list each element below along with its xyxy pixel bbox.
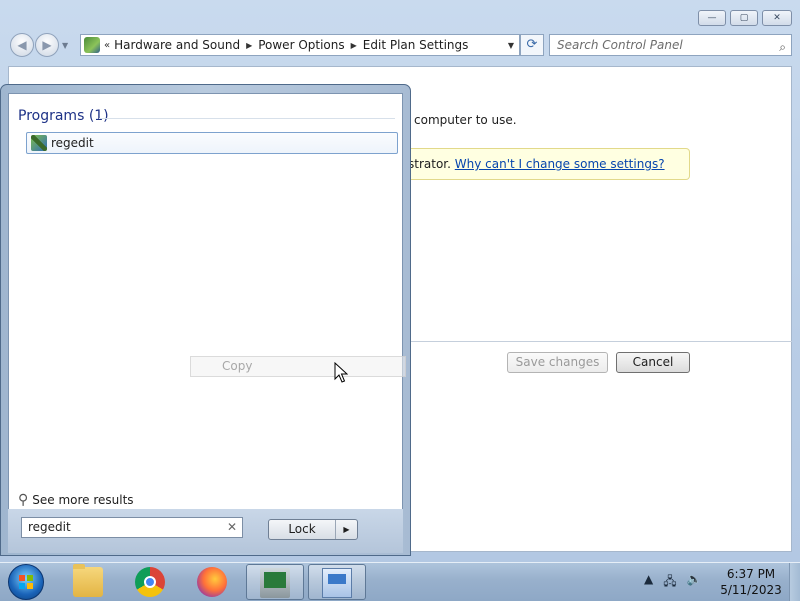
nav-arrows: ◀ ▶ ▼ <box>10 33 68 57</box>
navigation-bar: ◀ ▶ ▼ « Hardware and Sound ▶ Power Optio… <box>8 32 792 60</box>
why-cant-i-change-link[interactable]: Why can't I change some settings? <box>455 157 665 171</box>
lock-button[interactable]: Lock ▶ <box>268 519 358 540</box>
start-menu-results-pane: Programs (1) regedit ⚲ See more results <box>8 93 403 549</box>
power-options-arrow-icon[interactable]: ▶ <box>336 520 357 539</box>
caption-buttons: — ▢ ✕ <box>698 10 792 26</box>
search-icon: ⚲ <box>18 492 29 508</box>
start-search-value: regedit <box>28 520 71 534</box>
divider <box>404 341 792 342</box>
regedit-icon <box>31 135 47 151</box>
search-placeholder: Search Control Panel <box>557 38 683 52</box>
chrome-icon <box>135 567 165 597</box>
save-changes-button[interactable]: Save changes <box>507 352 608 373</box>
group-header-rule <box>99 118 395 119</box>
see-more-results-label: See more results <box>32 493 134 507</box>
folder-icon <box>73 564 103 597</box>
monitor-icon <box>260 568 290 598</box>
clock-date: 5/11/2023 <box>720 583 782 597</box>
address-dropdown-icon[interactable]: ▼ <box>503 41 519 50</box>
result-item-regedit[interactable]: regedit <box>26 132 398 154</box>
mouse-cursor-icon <box>334 362 348 383</box>
firefox-icon <box>197 567 227 597</box>
breadcrumb-power-options[interactable]: Power Options <box>258 38 344 52</box>
address-bar[interactable]: « Hardware and Sound ▶ Power Options ▶ E… <box>80 34 520 56</box>
minimize-button[interactable]: — <box>698 10 726 26</box>
maximize-button[interactable]: ▢ <box>730 10 758 26</box>
taskbar-firefox[interactable] <box>184 564 242 600</box>
lock-button-label[interactable]: Lock <box>269 520 336 539</box>
recent-pages-dropdown-icon[interactable]: ▼ <box>62 41 68 50</box>
search-input[interactable]: Search Control Panel ⌕ <box>549 34 792 56</box>
network-icon[interactable]: 🖧 <box>663 572 676 593</box>
search-icon[interactable]: ⌕ <box>779 37 786 57</box>
admin-info-bar: strator. Why can't I change some setting… <box>404 148 690 180</box>
breadcrumb-hardware-and-sound[interactable]: Hardware and Sound <box>114 38 240 52</box>
taskbar-task-manager[interactable] <box>246 564 304 600</box>
taskbar-windows-explorer[interactable] <box>60 564 118 600</box>
refresh-button[interactable]: ⟳ <box>520 34 544 56</box>
windows-logo-icon <box>19 575 33 589</box>
breadcrumb-overflow-icon[interactable]: « <box>104 40 110 51</box>
close-button[interactable]: ✕ <box>762 10 792 26</box>
cancel-button[interactable]: Cancel <box>616 352 690 373</box>
context-menu-copy-item[interactable]: Copy <box>190 356 406 377</box>
start-menu-search-area: regedit ✕ Lock ▶ <box>8 509 403 553</box>
clear-search-icon[interactable]: ✕ <box>227 518 237 537</box>
clock-time: 6:37 PM <box>726 567 776 581</box>
forward-button[interactable]: ▶ <box>35 33 59 57</box>
plan-description: computer to use. <box>414 113 517 127</box>
back-button[interactable]: ◀ <box>10 33 34 57</box>
breadcrumb-edit-plan-settings[interactable]: Edit Plan Settings <box>363 38 469 52</box>
show-hidden-icons-icon[interactable]: ▲ <box>644 572 653 593</box>
breadcrumb-separator-icon[interactable]: ▶ <box>246 41 252 50</box>
see-more-results-link[interactable]: ⚲ See more results <box>18 492 134 508</box>
taskbar-google-chrome[interactable] <box>122 564 180 600</box>
result-item-label: regedit <box>51 136 94 150</box>
breadcrumb-separator-icon[interactable]: ▶ <box>351 41 357 50</box>
taskbar-control-panel[interactable] <box>308 564 366 600</box>
clock[interactable]: 6:37 PM 5/11/2023 <box>716 566 786 598</box>
info-bar-text: strator. <box>408 157 451 171</box>
start-button[interactable] <box>8 564 44 600</box>
programs-group-header: Programs (1) <box>18 108 109 124</box>
show-desktop-button[interactable] <box>789 563 800 601</box>
start-search-input[interactable]: regedit ✕ <box>21 517 243 538</box>
system-tray: ▲ 🖧 🔈 <box>644 572 702 593</box>
start-menu: Programs (1) regedit ⚲ See more results … <box>0 84 411 556</box>
control-panel-icon <box>322 568 352 598</box>
control-panel-icon <box>84 37 100 53</box>
volume-icon[interactable]: 🔈 <box>687 572 702 593</box>
taskbar: ▲ 🖧 🔈 6:37 PM 5/11/2023 <box>0 562 800 601</box>
